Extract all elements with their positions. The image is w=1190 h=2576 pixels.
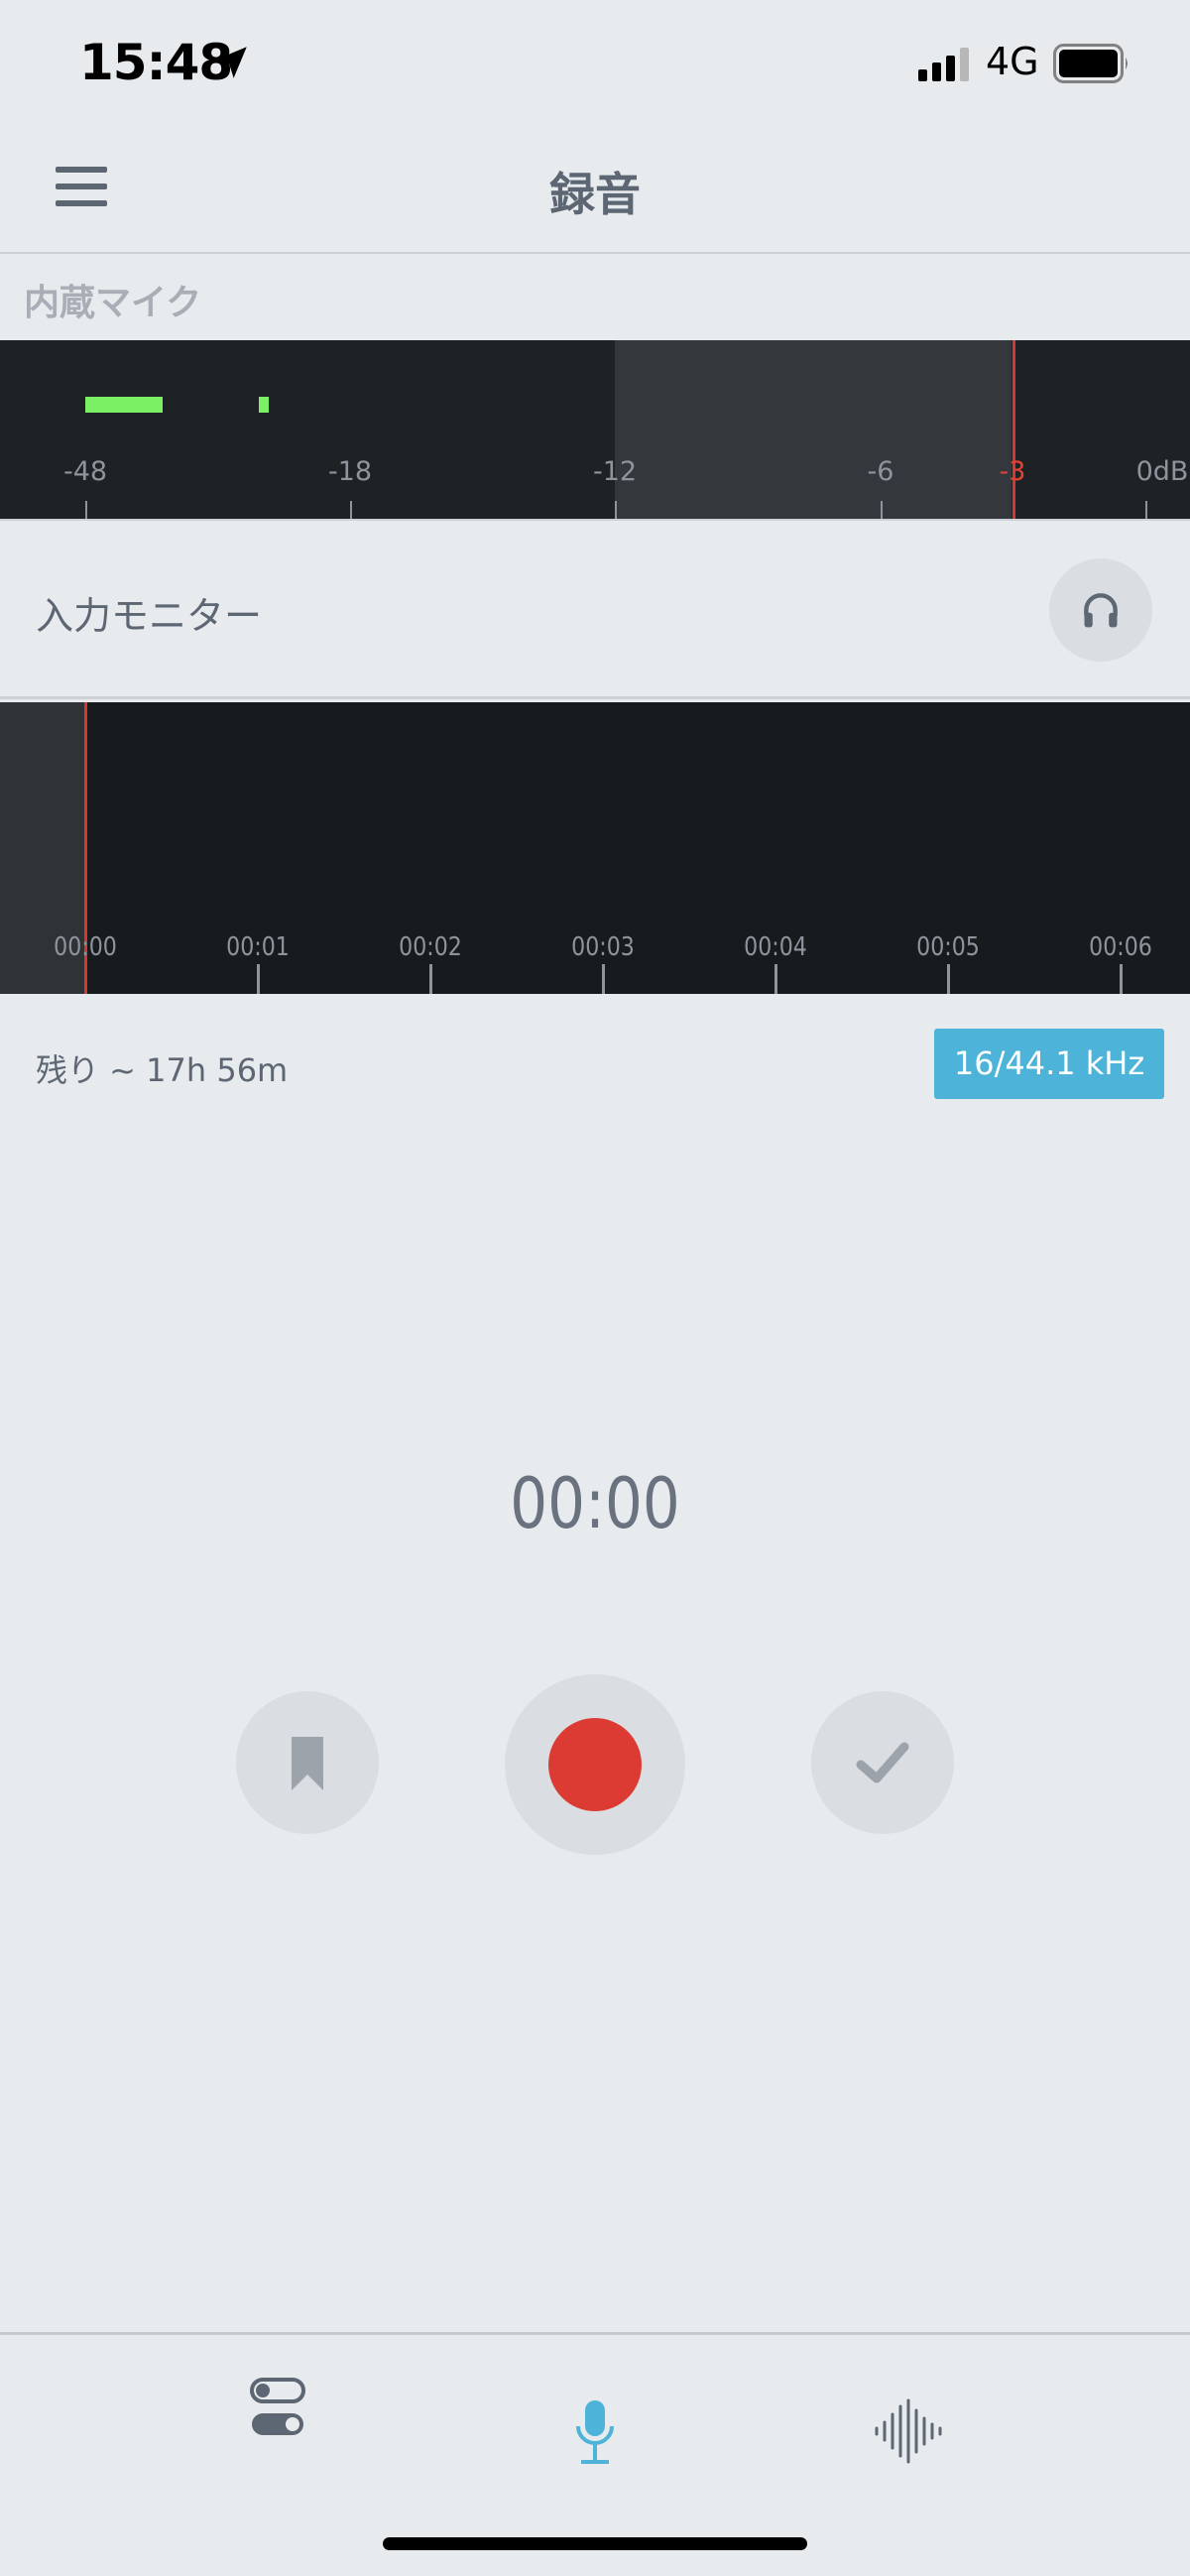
record-icon	[548, 1718, 642, 1811]
headphones-icon	[1084, 593, 1118, 628]
tab-settings[interactable]	[219, 2365, 338, 2464]
meter-label: -18	[327, 456, 373, 487]
timeline-tick	[602, 964, 605, 994]
input-monitor-label: 入力モニター	[36, 594, 263, 638]
timeline-tick	[1120, 964, 1123, 994]
cellular-signal-icon	[918, 48, 969, 81]
meter-tick	[85, 501, 87, 519]
checkmark-icon	[856, 1742, 909, 1783]
meter-label: -48	[62, 456, 108, 487]
input-monitor-button[interactable]	[1049, 558, 1152, 662]
level-peak-bar	[259, 397, 269, 413]
divider	[0, 696, 1190, 699]
timeline-label: 00:05	[916, 932, 980, 962]
timeline-tick	[257, 964, 260, 994]
remaining-time: 残り ~ 17h 56m	[36, 1051, 289, 1089]
timeline-tick	[947, 964, 950, 994]
home-indicator[interactable]	[383, 2537, 807, 2550]
recording-timer: 00:00	[510, 1463, 680, 1544]
timeline-label: 00:00	[54, 932, 117, 962]
timeline-label: 00:06	[1089, 932, 1152, 962]
meter-label: -6	[867, 456, 894, 487]
timeline-tick	[774, 964, 777, 994]
location-arrow-icon	[215, 47, 247, 78]
timeline-label: 00:04	[744, 932, 807, 962]
page-title: 録音	[549, 168, 641, 221]
level-bar	[85, 397, 163, 413]
meter-tick	[1145, 501, 1147, 519]
peak-marker	[1012, 340, 1015, 519]
network-type: 4G	[986, 40, 1039, 83]
waveform-icon	[875, 2398, 942, 2464]
meter-tick	[881, 501, 883, 519]
done-button[interactable]	[811, 1691, 954, 1834]
tab-record[interactable]	[536, 2365, 654, 2464]
sample-rate-button[interactable]: 16/44.1 kHz	[934, 1029, 1164, 1099]
battery-icon	[1053, 44, 1128, 83]
level-meter: -48 -18 -12 -6 -3 0dB	[0, 340, 1190, 519]
input-source-label: 内蔵マイク	[24, 283, 202, 323]
tab-recordings[interactable]	[851, 2365, 970, 2464]
timeline-tick	[429, 964, 432, 994]
meter-headroom-zone	[615, 340, 1012, 519]
meter-label: 0dB	[1135, 456, 1189, 487]
bookmark-button[interactable]	[236, 1691, 379, 1834]
waveform-timeline[interactable]: 00:00 00:01 00:02 00:03 00:04 00:05 00:0…	[0, 702, 1190, 994]
record-button[interactable]	[505, 1674, 685, 1855]
meter-tick	[615, 501, 617, 519]
tab-bar-divider	[0, 2332, 1190, 2335]
microphone-icon	[576, 2400, 614, 2464]
meter-tick	[350, 501, 352, 519]
timeline-label: 00:03	[571, 932, 635, 962]
meter-label: -12	[592, 456, 638, 487]
timeline-label: 00:02	[399, 932, 462, 962]
bookmark-icon	[292, 1737, 323, 1790]
timeline-label: 00:01	[226, 932, 290, 962]
meter-label-peak: -3	[999, 456, 1026, 487]
toggles-icon	[250, 2378, 305, 2435]
divider	[0, 519, 1190, 521]
header-divider	[0, 252, 1190, 254]
